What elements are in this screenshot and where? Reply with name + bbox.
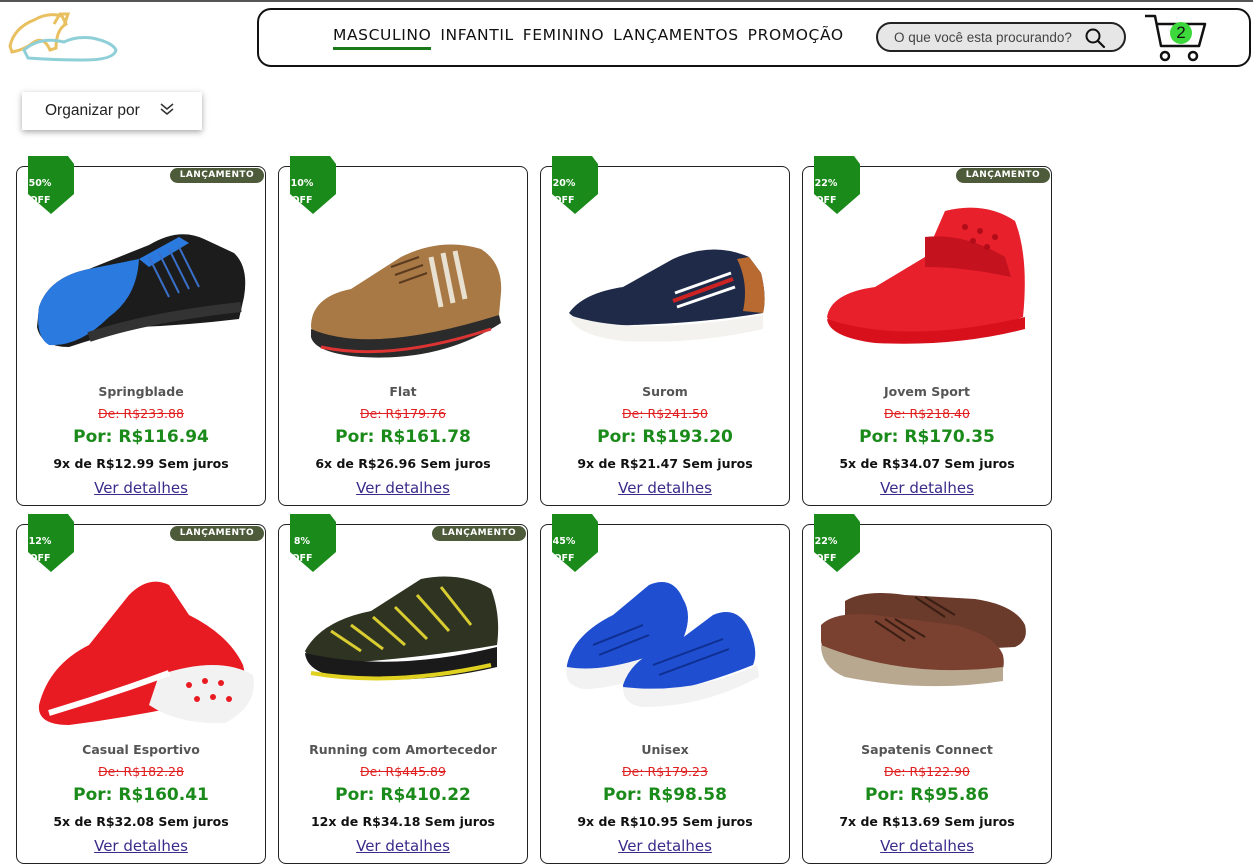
product-image[interactable] [291, 555, 517, 725]
discount-value: 8% [293, 536, 311, 547]
installments: 12x de R$34.18 Sem juros [310, 814, 496, 829]
product-image[interactable] [29, 555, 255, 725]
old-price: De: R$233.88 [98, 406, 184, 421]
main-nav: MASCULINO INFANTIL FEMININO LANÇAMENTOS … [333, 26, 853, 50]
old-price: De: R$241.50 [622, 406, 708, 421]
discount-value: 22% [814, 536, 838, 547]
product-image[interactable] [815, 555, 1041, 725]
search-icon[interactable] [1084, 27, 1106, 49]
current-price: Por: R$161.78 [335, 427, 471, 447]
old-price: De: R$182.28 [98, 764, 184, 779]
chevron-down-icon [160, 103, 174, 115]
cart-count-badge: 2 [1170, 22, 1192, 44]
old-price: De: R$179.23 [622, 764, 708, 779]
product-card[interactable]: 10% OFF Flat De: R$179.76 Por: R$161.78 6… [278, 156, 528, 506]
details-link[interactable]: Ver detalhes [17, 479, 265, 497]
current-price: Por: R$95.86 [865, 785, 989, 805]
details-link[interactable]: Ver detalhes [541, 837, 789, 855]
product-name: Unisex [641, 742, 689, 757]
product-image[interactable] [553, 197, 779, 367]
product-name: Casual Esportivo [82, 742, 200, 757]
product-name: Sapatenis Connect [861, 742, 993, 757]
current-price: Por: R$116.94 [73, 427, 209, 447]
product-card[interactable]: 20% OFF Surom De: R$241.50 Por: R$193.20 … [540, 156, 790, 506]
current-price: Por: R$410.22 [335, 785, 471, 805]
product-card[interactable]: 22% OFF LANÇAMENTO Jovem Sport De: R$218.… [802, 156, 1052, 506]
product-card[interactable]: 22% OFF Sapatenis Connect De: R$122.90 Po… [802, 514, 1052, 864]
product-image[interactable] [815, 197, 1041, 367]
nav-item-masculino[interactable]: MASCULINO [333, 26, 432, 50]
sort-label: Organizar por [45, 102, 140, 119]
old-price: De: R$179.76 [360, 406, 446, 421]
product-card[interactable]: 45% OFF Unisex De: R$179.23 Por: R$98.58 … [540, 514, 790, 864]
product-card[interactable]: 12% OFF LANÇAMENTO Casual Esportivo De: R… [16, 514, 266, 864]
product-name: Flat [389, 384, 417, 399]
details-link[interactable]: Ver detalhes [803, 479, 1051, 497]
old-price: De: R$122.90 [884, 764, 970, 779]
product-name: Springblade [98, 384, 184, 399]
nav-item-feminino[interactable]: FEMININO [523, 26, 604, 50]
product-name: Jovem Sport [884, 384, 970, 399]
sort-dropdown[interactable]: Organizar por [22, 92, 202, 130]
header-bar: MASCULINO INFANTIL FEMININO LANÇAMENTOS … [257, 8, 1251, 67]
installments: 7x de R$13.69 Sem juros [839, 814, 1015, 829]
installments: 9x de R$21.47 Sem juros [577, 456, 753, 471]
details-link[interactable]: Ver detalhes [803, 837, 1051, 855]
nav-item-infantil[interactable]: INFANTIL [440, 26, 513, 50]
discount-value: 10% [290, 178, 314, 189]
product-card[interactable]: 8% OFF LANÇAMENTO Running com Amortecedor… [278, 514, 528, 864]
search-box [876, 22, 1126, 52]
details-link[interactable]: Ver detalhes [279, 479, 527, 497]
nav-item-lancamentos[interactable]: LANÇAMENTOS [613, 26, 738, 50]
discount-value: 12% [28, 536, 52, 547]
release-badge: LANÇAMENTO [955, 168, 1050, 183]
installments: 9x de R$12.99 Sem juros [53, 456, 229, 471]
discount-value: 45% [552, 536, 576, 547]
product-name: Running com Amortecedor [309, 742, 497, 757]
product-image[interactable] [29, 197, 255, 367]
logo-shoe-icon[interactable] [4, 6, 122, 66]
details-link[interactable]: Ver detalhes [541, 479, 789, 497]
current-price: Por: R$98.58 [603, 785, 727, 805]
installments: 5x de R$34.07 Sem juros [839, 456, 1015, 471]
details-link[interactable]: Ver detalhes [17, 837, 265, 855]
search-input[interactable] [894, 29, 1080, 45]
discount-value: 50% [28, 178, 52, 189]
nav-item-promocao[interactable]: PROMOÇÃO [748, 26, 844, 50]
cart-button[interactable]: 2 [1143, 12, 1207, 62]
product-card[interactable]: 50% OFF LANÇAMENTO Springblade De: R$233.… [16, 156, 266, 506]
current-price: Por: R$160.41 [73, 785, 209, 805]
old-price: De: R$218.40 [884, 406, 970, 421]
current-price: Por: R$170.35 [859, 427, 995, 447]
release-badge: LANÇAMENTO [169, 526, 264, 541]
product-name: Surom [642, 384, 688, 399]
installments: 5x de R$32.08 Sem juros [53, 814, 229, 829]
discount-value: 20% [552, 178, 576, 189]
discount-value: 22% [814, 178, 838, 189]
details-link[interactable]: Ver detalhes [279, 837, 527, 855]
current-price: Por: R$193.20 [597, 427, 733, 447]
release-badge: LANÇAMENTO [431, 526, 526, 541]
old-price: De: R$445.89 [360, 764, 446, 779]
release-badge: LANÇAMENTO [169, 168, 264, 183]
top-rule [0, 0, 1253, 2]
installments: 9x de R$10.95 Sem juros [577, 814, 753, 829]
product-image[interactable] [291, 197, 517, 367]
installments: 6x de R$26.96 Sem juros [315, 456, 491, 471]
product-image[interactable] [553, 555, 779, 725]
